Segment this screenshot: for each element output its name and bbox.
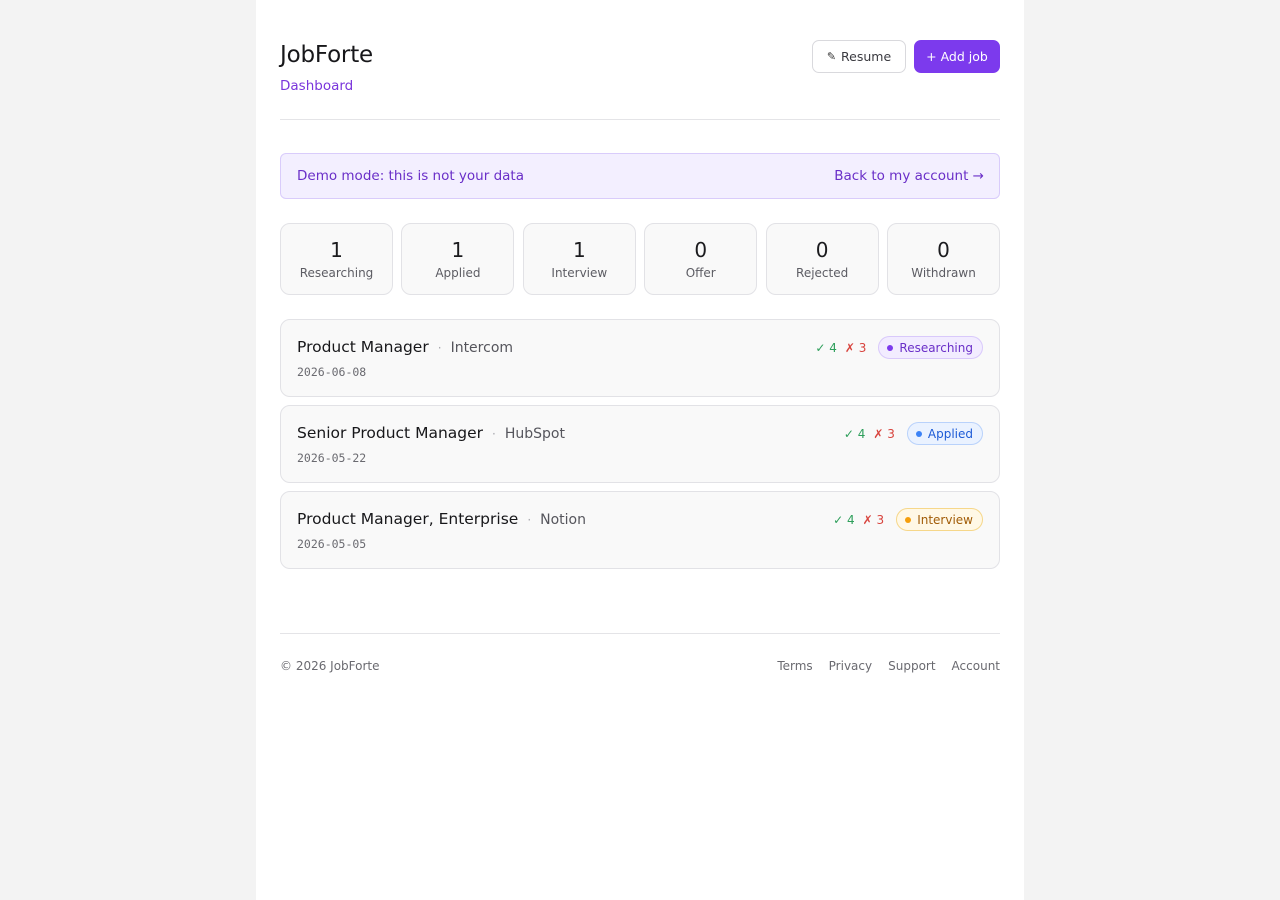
cons-count: ✗ 3 (844, 340, 867, 355)
stat-label: Researching (299, 266, 374, 280)
resume-button[interactable]: ✎ Resume (812, 40, 906, 73)
stat-label: Interview (551, 266, 608, 280)
demo-banner: Demo mode: this is not your data Back to… (280, 153, 1000, 199)
pencil-icon: ✎ (826, 50, 837, 63)
status-dot-icon (905, 516, 912, 523)
status-badge: Interview (896, 508, 983, 531)
job-card[interactable]: Product Manager · Intercom 2026-06-08 ✓ … (280, 319, 1000, 397)
job-card[interactable]: Senior Product Manager · HubSpot 2026-05… (280, 405, 1000, 483)
cons-count: ✗ 3 (862, 512, 885, 527)
status-badge: Researching (878, 336, 983, 359)
status-badge: Applied (906, 422, 983, 445)
stat-rejected[interactable]: 0 Rejected (765, 223, 879, 295)
resume-button-label: Resume (841, 49, 892, 64)
stat-applied[interactable]: 1 Applied (401, 223, 515, 295)
cons-count: ✗ 3 (873, 426, 895, 441)
status-badge-label: Interview (917, 512, 973, 527)
job-company: Notion (540, 512, 586, 528)
stat-label: Offer (685, 266, 716, 280)
stat-label: Applied (435, 266, 481, 280)
status-badge-label: Researching (899, 340, 973, 355)
job-list: Product Manager · Intercom 2026-06-08 ✓ … (280, 319, 1000, 577)
status-dot-icon (887, 344, 894, 351)
job-title: Senior Product Manager (297, 424, 484, 442)
separator-dot: · (527, 513, 532, 527)
job-title: Product Manager, Enterprise (297, 510, 519, 528)
copyright: © 2026 JobForte (280, 659, 380, 673)
stat-count: 0 (694, 238, 708, 262)
job-title: Product Manager (297, 338, 429, 356)
stat-offer[interactable]: 0 Offer (644, 223, 758, 295)
stat-count: 1 (330, 238, 343, 262)
job-company: Intercom (450, 340, 514, 356)
job-date: 2026-05-05 (297, 537, 367, 551)
status-badge-label: Applied (927, 426, 973, 441)
page-container: JobForte Dashboard ✎ Resume + Add job De… (256, 0, 1024, 900)
pros-count: ✓ 4 (843, 426, 866, 441)
separator-dot: · (492, 427, 496, 441)
terms-link[interactable]: Terms (777, 659, 812, 673)
back-to-account-link[interactable]: Back to my account → (834, 168, 984, 184)
stat-count: 1 (451, 238, 465, 262)
pros-count: ✓ 4 (833, 512, 855, 527)
footer: © 2026 JobForte Terms Privacy Support Ac… (280, 633, 1000, 673)
job-date: 2026-06-08 (297, 365, 367, 379)
separator-dot: · (437, 341, 442, 355)
stat-label: Withdrawn (911, 266, 976, 280)
job-date: 2026-05-22 (297, 451, 367, 465)
support-link[interactable]: Support (888, 659, 935, 673)
pros-count: ✓ 4 (815, 340, 837, 355)
header-divider (280, 119, 1000, 120)
footer-links: Terms Privacy Support Account (777, 659, 1000, 673)
demo-banner-text: Demo mode: this is not your data (297, 168, 524, 184)
status-stats: 1 Researching 1 Applied 1 Interview 0 Of… (280, 223, 1001, 295)
stat-count: 0 (815, 238, 829, 262)
app-title: JobForte (280, 42, 373, 68)
add-job-button[interactable]: + Add job (914, 40, 1000, 73)
stat-count: 1 (572, 238, 586, 262)
stat-label: Rejected (796, 266, 849, 280)
privacy-link[interactable]: Privacy (829, 659, 872, 673)
dashboard-link[interactable]: Dashboard (280, 78, 353, 94)
status-dot-icon (915, 430, 922, 437)
job-card[interactable]: Product Manager, Enterprise · Notion 202… (280, 491, 1000, 569)
stat-count: 0 (937, 238, 950, 262)
stat-withdrawn[interactable]: 0 Withdrawn (887, 223, 1001, 295)
job-company: HubSpot (504, 426, 565, 442)
stat-researching[interactable]: 1 Researching (280, 223, 394, 295)
header: JobForte Dashboard ✎ Resume + Add job (280, 40, 1000, 120)
stat-interview[interactable]: 1 Interview (522, 223, 636, 295)
account-link[interactable]: Account (952, 659, 1000, 673)
